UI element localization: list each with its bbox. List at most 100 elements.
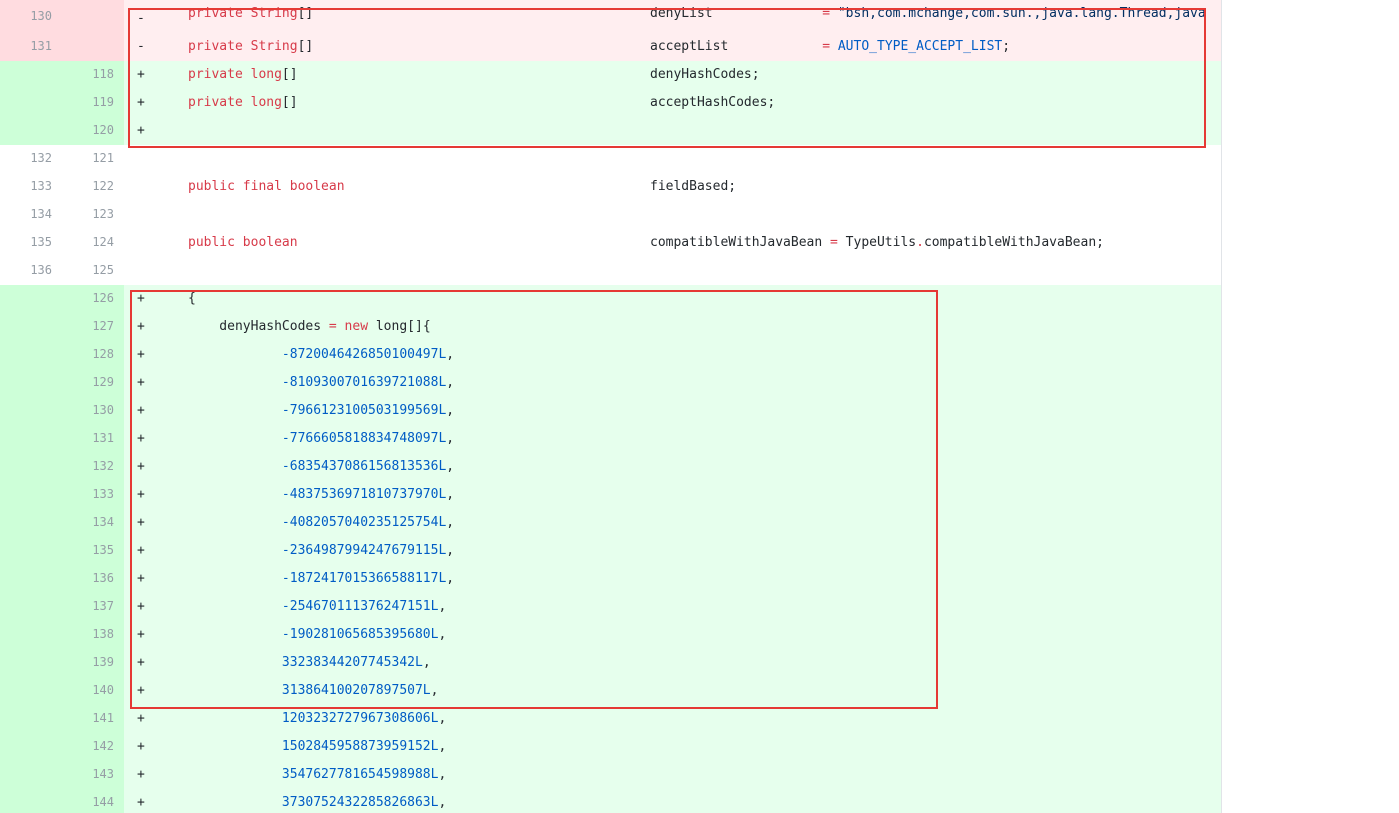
old-line-number[interactable] <box>0 313 62 341</box>
code-token: , <box>446 543 455 558</box>
diff-marker: + <box>137 711 145 726</box>
new-line-number[interactable]: 132 <box>62 453 124 481</box>
old-line-number[interactable] <box>0 481 62 509</box>
old-line-number[interactable] <box>0 761 62 789</box>
code-text: 33238344207745342L, <box>188 649 431 677</box>
old-line-number[interactable] <box>0 369 62 397</box>
new-line-number[interactable]: 135 <box>62 537 124 565</box>
diff-marker: + <box>137 515 145 530</box>
new-line-number[interactable]: 122 <box>62 173 124 201</box>
code-token: private String <box>188 6 298 21</box>
diff-line-add: 120 + <box>0 117 1221 145</box>
diff-line-add: 136 + -1872417015366588117L, <box>0 565 1221 593</box>
code-token: , <box>446 571 455 586</box>
old-line-number[interactable]: 131 <box>0 33 62 61</box>
old-line-number[interactable] <box>0 397 62 425</box>
new-line-number[interactable]: 142 <box>62 733 124 761</box>
new-line-number[interactable]: 128 <box>62 341 124 369</box>
code-text: -6835437086156813536L, <box>188 453 454 481</box>
new-line-number[interactable]: 119 <box>62 89 124 117</box>
old-line-number[interactable] <box>0 621 62 649</box>
new-line-number[interactable]: 124 <box>62 229 124 257</box>
code-text: -2364987994247679115L, <box>188 537 454 565</box>
new-line-number[interactable]: 121 <box>62 145 124 173</box>
old-line-number[interactable] <box>0 565 62 593</box>
code-token: , <box>446 403 455 418</box>
old-line-number[interactable] <box>0 285 62 313</box>
old-line-number[interactable]: 133 <box>0 173 62 201</box>
new-line-number[interactable]: 140 <box>62 677 124 705</box>
code-text: public final boolean <box>188 173 345 201</box>
code-token: "bsh,com.mchange,com.sun.,java.lang.Thre… <box>837 6 1206 21</box>
diff-marker: - <box>137 11 145 26</box>
old-line-number[interactable]: 134 <box>0 201 62 229</box>
code-token: compatibleWithJavaBean; <box>923 235 1104 250</box>
old-line-number[interactable] <box>0 677 62 705</box>
new-line-number[interactable]: 129 <box>62 369 124 397</box>
code-token: denyList <box>650 6 713 21</box>
new-line-number[interactable]: 144 <box>62 789 124 813</box>
new-line-number[interactable]: 137 <box>62 593 124 621</box>
code-text: -190281065685395680L, <box>188 621 446 649</box>
new-line-number[interactable]: 134 <box>62 509 124 537</box>
new-line-number[interactable] <box>62 0 124 33</box>
old-line-number[interactable]: 132 <box>0 145 62 173</box>
new-line-number[interactable]: 133 <box>62 481 124 509</box>
old-line-number[interactable] <box>0 425 62 453</box>
new-line-number[interactable]: 126 <box>62 285 124 313</box>
old-line-number[interactable]: 130 <box>0 0 62 33</box>
new-line-number[interactable]: 143 <box>62 761 124 789</box>
diff-line-add: 118 + private long[] denyHashCodes; <box>0 61 1221 89</box>
new-line-number[interactable]: 138 <box>62 621 124 649</box>
old-line-number[interactable]: 135 <box>0 229 62 257</box>
new-line-number[interactable]: 123 <box>62 201 124 229</box>
code-token: , <box>446 347 455 362</box>
old-line-number[interactable] <box>0 649 62 677</box>
new-line-number[interactable]: 120 <box>62 117 124 145</box>
code-token: , <box>446 515 455 530</box>
new-line-number[interactable]: 136 <box>62 565 124 593</box>
code-token: -8720046426850100497L <box>281 347 447 362</box>
diff-marker: + <box>137 95 145 110</box>
new-line-number[interactable]: 125 <box>62 257 124 285</box>
old-line-number[interactable] <box>0 537 62 565</box>
new-line-number[interactable]: 130 <box>62 397 124 425</box>
new-line-number[interactable]: 118 <box>62 61 124 89</box>
old-line-number[interactable] <box>0 705 62 733</box>
code-token: [] <box>297 39 314 54</box>
diff-line-add: 144 + 3730752432285826863L, <box>0 789 1221 813</box>
old-line-number[interactable] <box>0 89 62 117</box>
old-line-number[interactable] <box>0 733 62 761</box>
code-token: denyHashCodes; <box>650 67 760 82</box>
code-token: AUTO_TYPE_ACCEPT_LIST <box>837 39 1003 54</box>
new-line-number[interactable]: 127 <box>62 313 124 341</box>
code-token: -7766605818834748097L <box>281 431 447 446</box>
new-line-number[interactable]: 141 <box>62 705 124 733</box>
old-line-number[interactable] <box>0 341 62 369</box>
old-line-number[interactable] <box>0 117 62 145</box>
code-token: -190281065685395680L <box>281 627 439 642</box>
old-line-number[interactable]: 136 <box>0 257 62 285</box>
code-token: -4837536971810737970L <box>281 487 447 502</box>
new-line-number[interactable]: 131 <box>62 425 124 453</box>
code-token: compatibleWithJavaBean <box>650 235 831 250</box>
new-line-number[interactable] <box>62 33 124 61</box>
old-line-number[interactable] <box>0 453 62 481</box>
old-line-number[interactable] <box>0 593 62 621</box>
old-line-number[interactable] <box>0 61 62 89</box>
code-token: , <box>446 431 455 446</box>
code-text: denyHashCodes = new long[]{ <box>188 313 430 341</box>
code-token: , <box>438 711 447 726</box>
code-token: fieldBased; <box>650 179 737 194</box>
code-token: = <box>830 235 846 250</box>
new-line-number[interactable]: 139 <box>62 649 124 677</box>
code-token: 3730752432285826863L <box>281 795 439 810</box>
diff-line-add: 119 + private long[] acceptHashCodes; <box>0 89 1221 117</box>
diff-marker: + <box>137 123 145 138</box>
old-line-number[interactable] <box>0 509 62 537</box>
old-line-number[interactable] <box>0 789 62 813</box>
